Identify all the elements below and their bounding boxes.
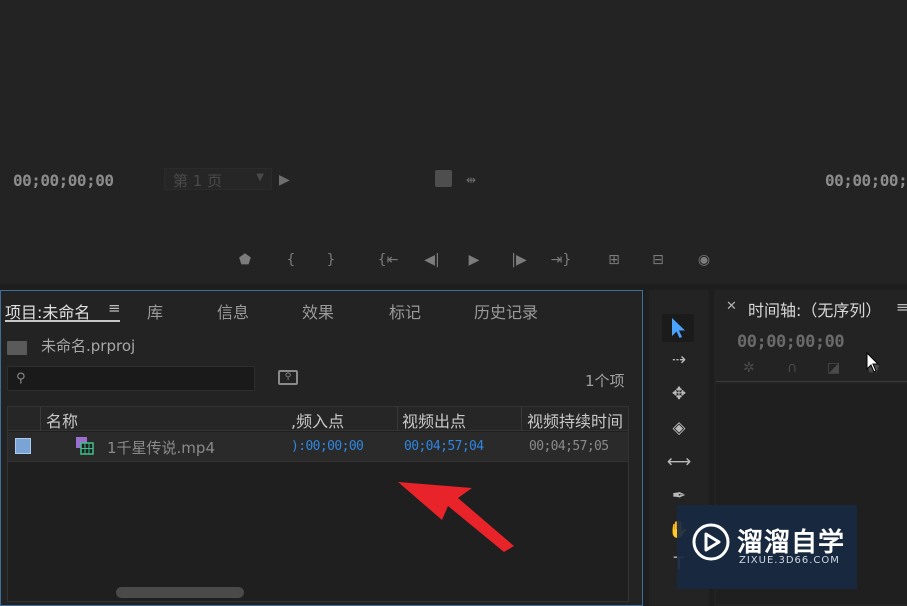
mark-in-icon[interactable]: { — [280, 251, 302, 269]
column-name[interactable]: 名称 — [46, 408, 78, 432]
mark-out-icon[interactable]: } — [320, 251, 342, 269]
column-separator — [40, 407, 41, 431]
project-panel: 项目:未命名 ≡ 库 信息 效果 标记 历史记录 未命名.prproj ⚲ ⚲ … — [0, 290, 643, 606]
fit-icon[interactable] — [435, 170, 452, 187]
column-video-in[interactable]: ,频入点 — [291, 408, 344, 432]
search-icon: ⚲ — [16, 371, 26, 386]
overwrite-icon[interactable]: ⊟ — [647, 251, 669, 269]
project-folder-icon — [7, 341, 27, 355]
camera-icon[interactable]: ◉ — [693, 251, 715, 269]
step-back-icon[interactable]: ◀| — [421, 251, 443, 269]
project-file-name: 未命名.prproj — [41, 337, 136, 355]
search-input[interactable]: ⚲ — [7, 366, 255, 391]
tab-history[interactable]: 历史记录 — [474, 299, 538, 323]
column-separator — [397, 407, 398, 431]
column-video-duration[interactable]: 视频持续时间 — [527, 408, 623, 432]
nest-icon[interactable]: ✲ — [743, 360, 755, 376]
selection-tool-icon[interactable] — [670, 317, 688, 339]
red-annotation-arrow-icon — [398, 482, 514, 552]
linked-selection-icon[interactable]: ◪ — [827, 360, 840, 376]
settings-icon[interactable]: ⇹ — [466, 172, 476, 188]
horizontal-scrollbar[interactable] — [116, 587, 244, 598]
watermark-url: ZIXUE.3D66.COM — [739, 555, 840, 566]
item-count: 1个项 — [585, 372, 625, 390]
page-select-value: 第 1 页 — [173, 172, 223, 190]
play-small-icon[interactable]: ▶ — [279, 172, 290, 188]
timeline-timecode[interactable]: 00;00;00;00 — [737, 332, 845, 352]
watermark-logo-icon — [692, 523, 730, 561]
slip-tool-icon[interactable]: ⟷ — [664, 449, 694, 475]
snap-icon[interactable]: ∩ — [787, 360, 797, 376]
panel-menu-icon[interactable]: ≡ — [108, 299, 121, 317]
column-separator — [521, 407, 522, 431]
watermark: 溜溜自学 ZIXUE.3D66.COM — [677, 505, 857, 589]
program-monitor: 00;00;00;00 第 1 页 ▼ ▶ ⇹ 00;00;00;0 ⬟ { }… — [0, 0, 907, 284]
clip-video-in[interactable]: ):00;00;00 — [291, 439, 364, 454]
go-to-out-icon[interactable]: ⇥} — [550, 251, 572, 269]
page-select-dropdown[interactable]: 第 1 页 ▼ — [164, 168, 272, 190]
clip-duration: 00;04;57;05 — [529, 439, 609, 454]
razor-tool-icon[interactable]: ◈ — [664, 415, 694, 441]
clip-video-out[interactable]: 00;04;57;04 — [404, 439, 484, 454]
new-search-bin-icon[interactable]: ⚲ — [278, 370, 298, 385]
video-clip-icon — [76, 437, 94, 455]
step-forward-icon[interactable]: |▶ — [508, 251, 530, 269]
watermark-title: 溜溜自学 — [737, 528, 846, 558]
tab-effects[interactable]: 效果 — [302, 299, 334, 323]
column-video-out[interactable]: 视频出点 — [402, 408, 466, 432]
tab-libraries[interactable]: 库 — [147, 299, 163, 323]
ripple-edit-tool-icon[interactable]: ✥ — [664, 381, 694, 407]
close-icon[interactable]: ✕ — [726, 299, 737, 314]
table-row[interactable]: 1千星传说.mp4 ):00;00;00 00;04;57;04 00;04;5… — [8, 432, 628, 462]
track-select-tool-icon[interactable]: ⇢ — [664, 347, 694, 373]
insert-icon[interactable]: ⊞ — [603, 251, 625, 269]
tab-info[interactable]: 信息 — [217, 299, 249, 323]
play-icon[interactable]: ▶ — [463, 251, 485, 269]
clip-name[interactable]: 1千星传说.mp4 — [107, 437, 215, 458]
timeline-title[interactable]: 时间轴:（无序列） — [748, 297, 881, 321]
mouse-cursor-icon — [866, 352, 880, 373]
tab-markers[interactable]: 标记 — [389, 299, 421, 323]
label-color-swatch[interactable] — [15, 438, 31, 454]
panel-menu-icon[interactable]: ≡ — [896, 298, 907, 316]
premiere-window: 00;00;00;00 第 1 页 ▼ ▶ ⇹ 00;00;00;0 ⬟ { }… — [0, 0, 907, 606]
list-header: 名称 ,频入点 视频出点 视频持续时间 — [8, 407, 628, 431]
chevron-down-icon: ▼ — [256, 172, 264, 183]
monitor-timecode-right: 00;00;00;0 — [825, 171, 907, 190]
active-tab-underline — [5, 320, 120, 322]
monitor-timecode-left[interactable]: 00;00;00;00 — [13, 171, 114, 190]
go-to-in-icon[interactable]: {⇤ — [377, 251, 399, 269]
marker-icon[interactable]: ⬟ — [234, 251, 256, 269]
